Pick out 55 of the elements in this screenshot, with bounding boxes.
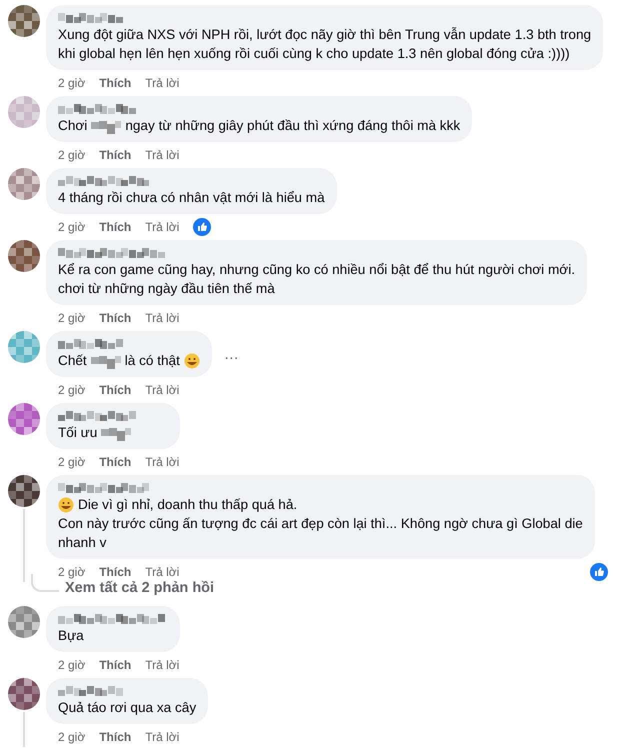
comment-time[interactable]: 2 giờ (58, 455, 86, 469)
comment-text: Con này trước cũng ấn tượng đc cái art đẹp còn lại thì... Không ngờ chưa gì Global die (58, 515, 583, 533)
comment-text: chơi từ những ngày đầu tiên thế mà (58, 280, 275, 298)
comment-text: Chết (58, 352, 87, 370)
like-link[interactable]: Thích (99, 148, 132, 162)
comment-text: Xung đột giữa NXS với NPH rồi, lướt đọc nãy giờ thì bên Trung vẫn update 1.3 bth trong (58, 26, 592, 44)
avatar[interactable] (8, 475, 40, 507)
more-options-button[interactable]: … (224, 346, 239, 362)
like-reaction-icon[interactable] (193, 218, 212, 236)
comment-text: Chơi (58, 117, 88, 135)
reply-link[interactable]: Trả lời (145, 311, 180, 325)
like-link[interactable]: Thích (99, 311, 132, 325)
comment-time[interactable]: 2 giờ (58, 383, 86, 397)
reply-link[interactable]: Trả lời (145, 455, 180, 469)
comment-text: Quả táo rơi qua xa cây (58, 699, 196, 717)
comment-text: Die vì gì nhỉ, doanh thu thấp quá hả. (78, 496, 298, 514)
comment-time[interactable]: 2 giờ (58, 730, 86, 744)
comment-time[interactable]: 2 giờ (58, 220, 86, 234)
avatar[interactable] (8, 5, 40, 37)
reply-link[interactable]: Trả lời (145, 730, 180, 744)
reply-link[interactable]: Trả lời (145, 76, 180, 90)
emoji-icon (184, 352, 200, 368)
reply-link[interactable]: Trả lời (145, 220, 180, 234)
avatar[interactable] (8, 240, 40, 272)
comment-text: ngay từ những giây phút đầu thì xứng đáng thôi mà kkk (125, 117, 460, 135)
comment-time[interactable]: 2 giờ (58, 565, 86, 579)
like-reaction-icon[interactable] (590, 563, 608, 581)
comment-text: khi global hẹn lên hẹn xuống rồi cuối cùng k cho update 1.3 nên global đóng cửa :)))) (58, 45, 570, 63)
thread-line (31, 574, 59, 592)
comment-time[interactable]: 2 giờ (58, 311, 86, 325)
blurred-name[interactable] (58, 612, 168, 624)
comment-text: là có thật (124, 352, 180, 370)
comment-text: Tối ưu (58, 424, 98, 442)
like-link[interactable]: Thích (99, 730, 132, 744)
avatar[interactable] (8, 678, 40, 710)
comment-time[interactable]: 2 giờ (58, 76, 86, 90)
comment-text: Bựa (58, 627, 84, 645)
like-link[interactable]: Thích (99, 565, 132, 579)
like-link[interactable]: Thích (99, 383, 132, 397)
like-link[interactable]: Thích (99, 220, 132, 234)
reply-link[interactable]: Trả lời (145, 565, 180, 579)
comment-time[interactable]: 2 giờ (58, 148, 86, 162)
reply-link[interactable]: Trả lời (145, 383, 180, 397)
comment-text: nhanh v (58, 534, 106, 552)
like-link[interactable]: Thích (99, 455, 132, 469)
like-link[interactable]: Thích (99, 76, 132, 90)
comment-text: Kể ra con game cũng hay, nhưng cũng ko có nhiều nổi bật để thu hút người chơi mới. (58, 261, 576, 279)
comment-text: 4 tháng rồi chưa có nhân vật mới là hiểu mà (58, 189, 325, 207)
comment-time[interactable]: 2 giờ (58, 658, 86, 672)
reply-link[interactable]: Trả lời (145, 148, 180, 162)
emoji-icon (58, 496, 74, 512)
reply-link[interactable]: Trả lời (145, 658, 180, 672)
view-replies-link[interactable]: Xem tất cả 2 phản hồi (65, 578, 214, 598)
blurred-name[interactable] (58, 246, 168, 258)
like-link[interactable]: Thích (99, 658, 132, 672)
